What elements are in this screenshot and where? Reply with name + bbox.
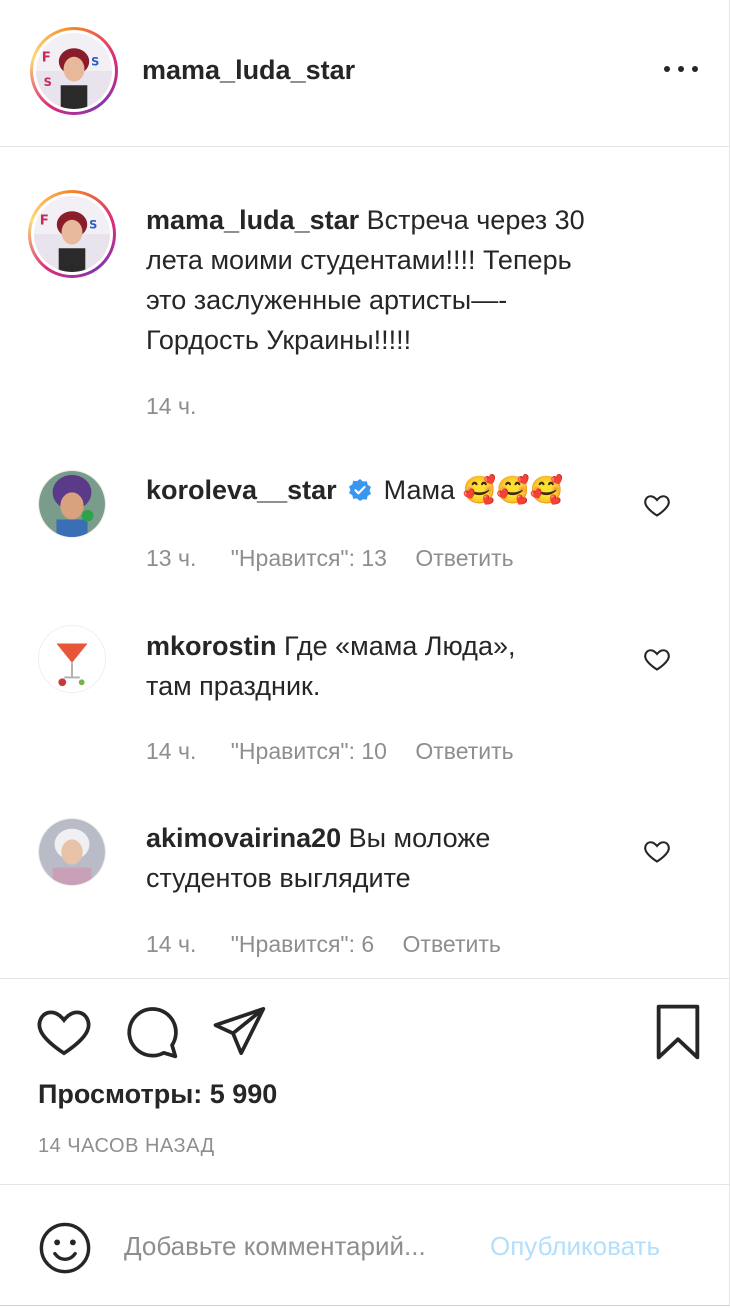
comment-body: mkorostin Где «мама Люда», там праздник. <box>146 626 515 706</box>
caption-line: лета моими студентами!!!! Теперь <box>146 245 572 275</box>
comment-avatar[interactable] <box>38 470 106 538</box>
caption-time[interactable]: 14 ч. <box>146 393 196 420</box>
comment-username[interactable]: mkorostin <box>146 631 277 661</box>
caption-line: Гордость Украины!!!!! <box>146 325 412 355</box>
views-count[interactable]: Просмотры: 5 990 <box>38 1079 277 1110</box>
caption-text: mama_luda_star Встреча через 30 лета мои… <box>146 200 666 360</box>
author-avatar[interactable]: F S S <box>30 27 118 115</box>
comment-meta: 13 ч. "Нравится": 13 Ответить <box>146 545 514 572</box>
more-dots-icon[interactable] <box>664 64 698 74</box>
post-header: F S S mama_luda_star <box>0 0 730 147</box>
caption-avatar-image: F S <box>34 196 110 272</box>
comment-reply-button[interactable]: Ответить <box>415 545 513 571</box>
comment-likes[interactable]: "Нравится": 10 <box>231 738 387 764</box>
comment-text: Вы моложе <box>348 823 491 853</box>
svg-text:S: S <box>89 217 97 231</box>
comment-likes[interactable]: "Нравится": 6 <box>231 931 374 957</box>
comment-like-heart-icon[interactable] <box>643 491 671 519</box>
publish-button[interactable]: Опубликовать <box>490 1231 660 1262</box>
comment-body: akimovairina20 Вы моложе студентов выгля… <box>146 818 490 898</box>
author-avatar-image: F S S <box>36 33 112 109</box>
comment-meta: 14 ч. "Нравится": 10 Ответить <box>146 738 514 765</box>
comment-box-divider <box>0 1184 730 1185</box>
posted-ago[interactable]: 14 ЧАСОВ НАЗАД <box>38 1135 215 1158</box>
comment-body: koroleva__star Мама 🥰🥰🥰 <box>146 470 563 513</box>
svg-text:S: S <box>44 75 52 89</box>
comment-like-heart-icon[interactable] <box>643 645 671 673</box>
heart-icon[interactable] <box>36 1005 92 1062</box>
comment-input[interactable]: Добавьте комментарий... <box>124 1231 426 1262</box>
svg-text:F: F <box>42 51 51 66</box>
bookmark-icon[interactable] <box>652 1003 704 1066</box>
caption-username[interactable]: mama_luda_star <box>146 205 359 235</box>
svg-text:S: S <box>91 54 99 68</box>
comment-avatar[interactable] <box>38 818 106 886</box>
comment-username[interactable]: koroleva__star <box>146 475 337 505</box>
comment-time[interactable]: 14 ч. <box>146 738 196 764</box>
comment-like-heart-icon[interactable] <box>643 837 671 865</box>
comment-likes[interactable]: "Нравится": 13 <box>231 545 387 571</box>
comment-time[interactable]: 13 ч. <box>146 545 196 571</box>
comment-text: Где «мама Люда», <box>284 631 516 661</box>
comment-meta: 14 ч. "Нравится": 6 Ответить <box>146 931 501 958</box>
svg-text:F: F <box>40 214 49 229</box>
caption-avatar[interactable]: F S <box>28 190 116 278</box>
comment-username[interactable]: akimovairina20 <box>146 823 341 853</box>
comment-avatar[interactable] <box>38 625 106 693</box>
caption-line: это заслуженные артисты—- <box>146 285 508 315</box>
smiley-icon[interactable] <box>38 1221 92 1280</box>
actions-divider <box>0 978 730 979</box>
comment-bubble-icon[interactable] <box>124 1005 180 1066</box>
comment-text: Мама 🥰🥰🥰 <box>383 475 564 505</box>
comment-time[interactable]: 14 ч. <box>146 931 196 957</box>
paper-plane-icon[interactable] <box>212 1005 268 1062</box>
author-username[interactable]: mama_luda_star <box>142 55 355 86</box>
comment-reply-button[interactable]: Ответить <box>403 931 501 957</box>
comment-text: там праздник. <box>146 671 321 701</box>
caption-line: Встреча через 30 <box>366 205 585 235</box>
comment-text: студентов выглядите <box>146 863 411 893</box>
verified-badge-icon <box>348 473 372 513</box>
comment-reply-button[interactable]: Ответить <box>415 738 513 764</box>
